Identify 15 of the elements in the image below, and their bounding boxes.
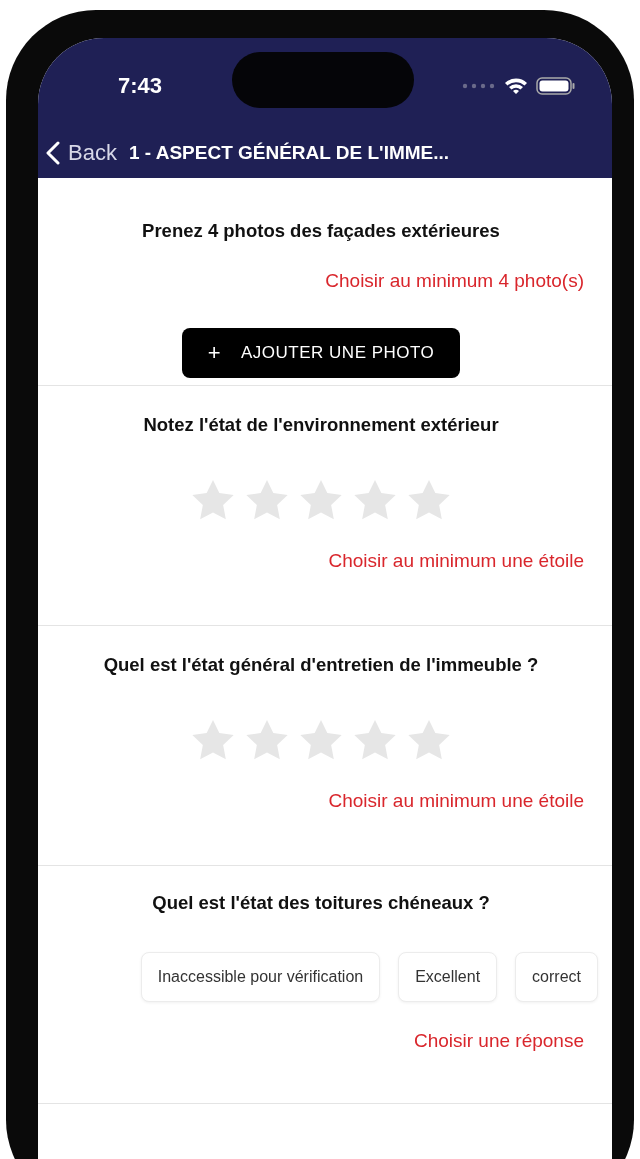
validation-hint: Choisir une réponse	[412, 1030, 584, 1052]
screen-title: 1 - ASPECT GÉNÉRAL DE L'IMME...	[128, 142, 450, 164]
back-button[interactable]: Back	[46, 140, 117, 166]
validation-hint: Choisir au minimum une étoile	[327, 550, 584, 572]
add-photo-button[interactable]: + AJOUTER UNE PHOTO	[181, 328, 461, 378]
validation-hint: Choisir au minimum une étoile	[327, 790, 584, 812]
question-title: Quel est l'état général d'entretien de l'immeuble ?	[102, 654, 540, 676]
status-time: 7:43	[118, 73, 163, 99]
answer-chip[interactable]: Inaccessible pour vérification	[140, 952, 381, 1002]
answer-chip[interactable]: correct	[515, 952, 598, 1002]
answer-chip[interactable]: Excellent	[398, 952, 498, 1002]
question-title: Quel est l'état des toitures chéneaux ?	[151, 892, 491, 914]
question-title: Notez l'état de l'environnement extérieur	[142, 414, 500, 436]
question-title: Prenez 4 photos des façades extérieures	[141, 220, 501, 242]
validation-hint: Choisir au minimum 4 photo(s)	[324, 270, 584, 292]
